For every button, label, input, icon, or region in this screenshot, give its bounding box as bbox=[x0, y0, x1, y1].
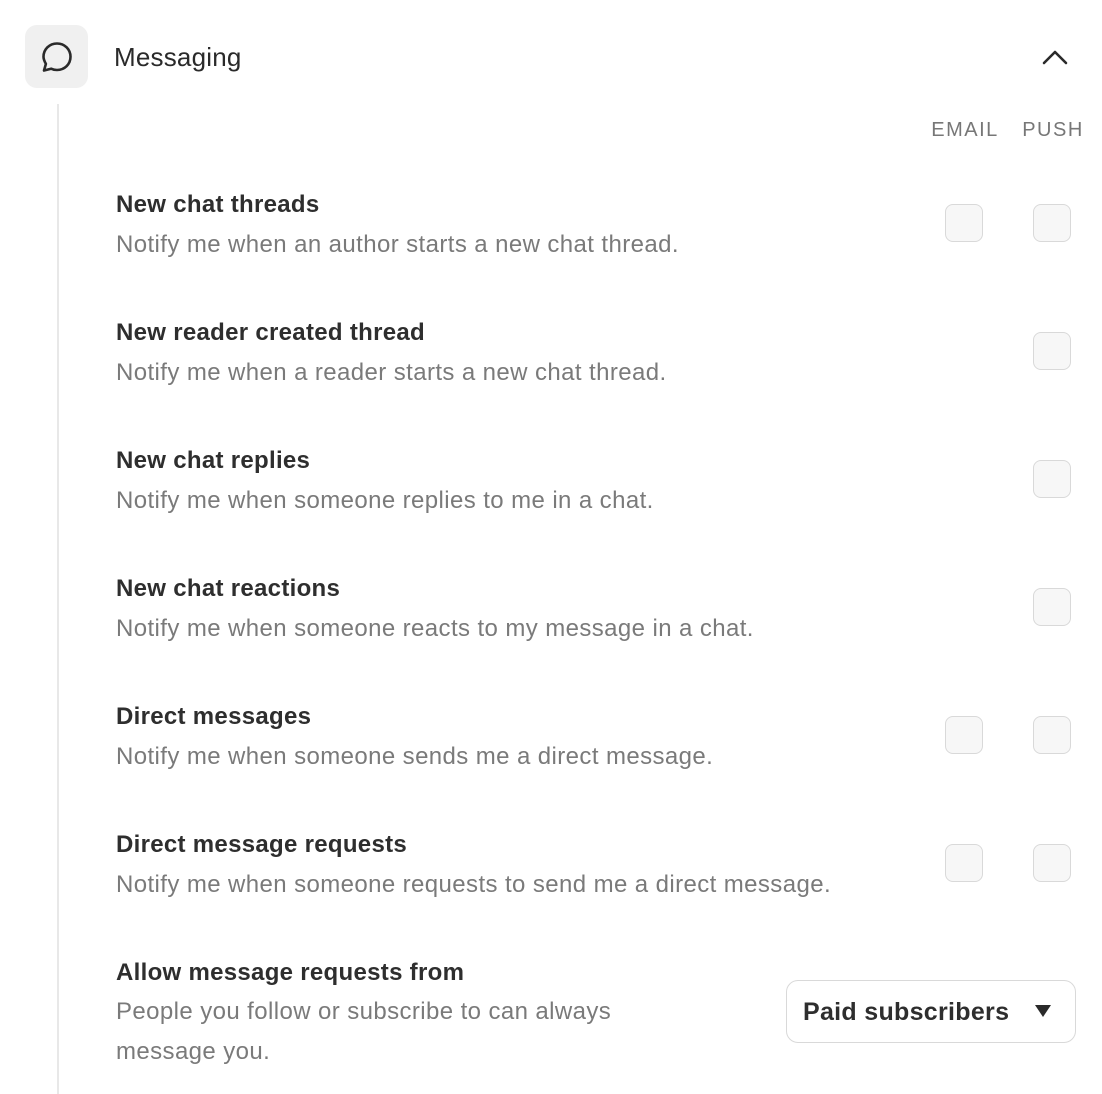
push-column-header: PUSH bbox=[1022, 119, 1084, 141]
setting-title: Direct message requests bbox=[116, 831, 408, 858]
setting-description: Notify me when an author starts a new ch… bbox=[116, 231, 679, 258]
setting-title: New chat replies bbox=[116, 447, 311, 474]
push-checkbox[interactable] bbox=[1033, 716, 1071, 754]
email-column-header: EMAIL bbox=[931, 119, 999, 141]
message-requests-select[interactable]: Paid subscribers bbox=[786, 980, 1076, 1043]
push-checkbox[interactable] bbox=[1033, 844, 1071, 882]
setting-description: Notify me when someone sends me a direct… bbox=[116, 743, 714, 770]
setting-description: People you follow or subscribe to can al… bbox=[116, 998, 612, 1065]
chevron-up-icon bbox=[1042, 50, 1068, 65]
setting-row-new-chat-replies: New chat replies Notify me when someone … bbox=[116, 446, 1076, 546]
setting-description: Notify me when a reader starts a new cha… bbox=[116, 359, 667, 386]
setting-row-new-chat-threads: New chat threads Notify me when an autho… bbox=[116, 190, 1076, 290]
setting-description: Notify me when someone replies to me in … bbox=[116, 487, 654, 514]
setting-title: New reader created thread bbox=[116, 319, 425, 346]
push-checkbox[interactable] bbox=[1033, 460, 1071, 498]
chat-bubble-icon bbox=[25, 25, 88, 88]
select-value: Paid subscribers bbox=[803, 998, 1010, 1026]
push-checkbox[interactable] bbox=[1033, 588, 1071, 626]
setting-title: New chat threads bbox=[116, 191, 320, 218]
setting-description: Notify me when someone requests to send … bbox=[116, 871, 832, 898]
email-checkbox[interactable] bbox=[945, 204, 983, 242]
setting-row-direct-message-requests: Direct message requests Notify me when s… bbox=[116, 830, 1076, 930]
collapse-button[interactable] bbox=[1037, 39, 1073, 75]
setting-title: Direct messages bbox=[116, 703, 312, 730]
setting-description: Notify me when someone reacts to my mess… bbox=[116, 615, 754, 642]
setting-title: New chat reactions bbox=[116, 575, 341, 602]
setting-title: Allow message requests from bbox=[116, 959, 465, 986]
setting-row-allow-message-requests: Allow message requests from People you f… bbox=[116, 958, 1076, 1078]
section-title: Messaging bbox=[114, 42, 242, 72]
setting-row-new-chat-reactions: New chat reactions Notify me when someon… bbox=[116, 574, 1076, 674]
push-checkbox[interactable] bbox=[1033, 332, 1071, 370]
caret-down-icon bbox=[1035, 1005, 1051, 1017]
email-checkbox[interactable] bbox=[945, 844, 983, 882]
email-checkbox[interactable] bbox=[945, 716, 983, 754]
messaging-section-header[interactable]: Messaging bbox=[25, 25, 1085, 88]
setting-row-direct-messages: Direct messages Notify me when someone s… bbox=[116, 702, 1076, 802]
setting-row-new-reader-created-thread: New reader created thread Notify me when… bbox=[116, 318, 1076, 418]
section-rail bbox=[57, 104, 59, 1094]
push-checkbox[interactable] bbox=[1033, 204, 1071, 242]
